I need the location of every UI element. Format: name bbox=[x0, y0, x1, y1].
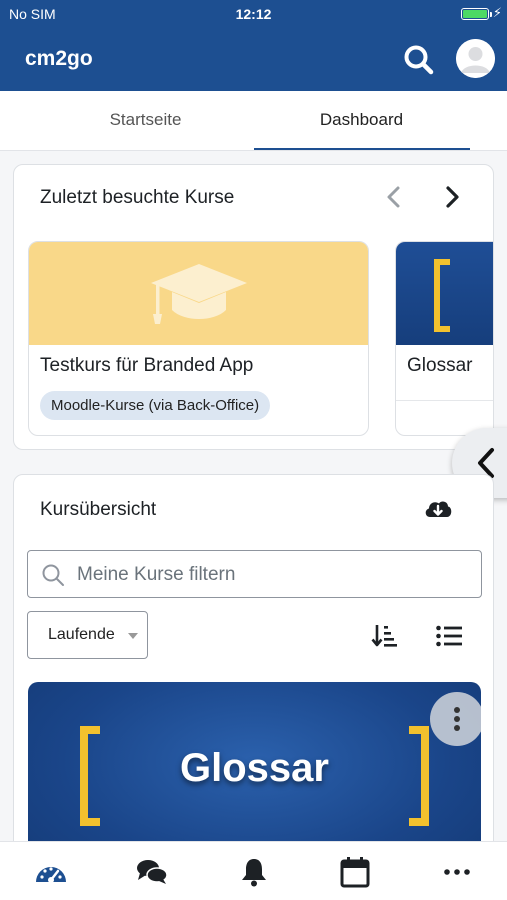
list-view-icon[interactable] bbox=[434, 621, 464, 651]
recent-courses-heading: Zuletzt besuchte Kurse bbox=[40, 187, 235, 208]
tab-dashboard-label: Dashboard bbox=[319, 110, 404, 129]
recent-course-card[interactable]: Testkurs für Branded App Moodle-Kurse (v… bbox=[28, 241, 369, 436]
search-icon bbox=[42, 564, 64, 586]
selected-status: Laufende bbox=[48, 626, 115, 643]
app-bar: cm2go bbox=[0, 28, 507, 91]
course-name: Testkurs für Branded App bbox=[40, 355, 254, 376]
chevron-left-icon[interactable] bbox=[376, 179, 412, 215]
filter-placeholder: Meine Kurse filtern bbox=[77, 564, 236, 585]
bell-icon bbox=[242, 859, 266, 887]
tab-bar: Startseite Dashboard bbox=[0, 91, 507, 151]
graduation-cap-icon bbox=[151, 264, 247, 324]
tab-calendar-nav[interactable] bbox=[338, 856, 372, 888]
tab-notifications-nav[interactable] bbox=[237, 856, 271, 888]
calendar-icon bbox=[340, 857, 370, 888]
course-overview-card: Kursübersicht Meine Kurse filtern Laufen… bbox=[13, 474, 494, 874]
divider bbox=[396, 400, 493, 401]
app-title: cm2go bbox=[25, 47, 93, 70]
user-avatar[interactable] bbox=[456, 39, 495, 78]
dashboard-gauge-icon bbox=[36, 867, 66, 883]
tab-messages-nav[interactable] bbox=[135, 856, 169, 888]
course-card-title: Glossar bbox=[180, 746, 329, 790]
course-name: Glossar bbox=[407, 355, 473, 376]
course-image bbox=[396, 242, 493, 345]
recent-course-card[interactable]: Glossar bbox=[395, 241, 493, 436]
bottom-tab-bar bbox=[0, 841, 507, 900]
active-tab-indicator bbox=[254, 148, 470, 150]
tab-dashboard-nav[interactable] bbox=[34, 856, 68, 888]
tab-more-nav[interactable] bbox=[440, 856, 474, 888]
tab-dashboard[interactable]: Dashboard bbox=[254, 91, 470, 151]
chevron-right-icon[interactable] bbox=[434, 179, 470, 215]
bracket-icon bbox=[434, 259, 450, 332]
course-image bbox=[29, 242, 368, 345]
cloud-download-icon[interactable] bbox=[422, 493, 454, 525]
recent-courses-card: Zuletzt besuchte Kurse Testkurs für Bran… bbox=[13, 164, 494, 450]
sort-icon[interactable] bbox=[370, 621, 400, 651]
course-category-badge: Moodle-Kurse (via Back-Office) bbox=[40, 391, 271, 420]
chat-bubbles-icon bbox=[137, 860, 168, 884]
course-status-select[interactable]: Laufende bbox=[27, 611, 148, 659]
clock: 12:12 bbox=[235, 6, 272, 22]
status-bar: No SIM 12:12 ⚡ bbox=[0, 0, 507, 28]
more-vertical-icon bbox=[454, 707, 460, 731]
course-options-button[interactable] bbox=[430, 692, 481, 746]
battery-icon bbox=[461, 8, 492, 20]
tab-startseite[interactable]: Startseite bbox=[38, 91, 253, 151]
chevron-down-icon bbox=[128, 633, 138, 639]
course-overview-heading: Kursübersicht bbox=[40, 499, 157, 520]
more-icon bbox=[444, 869, 470, 875]
charging-icon: ⚡ bbox=[492, 5, 502, 20]
course-filter-input[interactable]: Meine Kurse filtern bbox=[27, 550, 482, 598]
search-icon[interactable] bbox=[401, 42, 437, 78]
